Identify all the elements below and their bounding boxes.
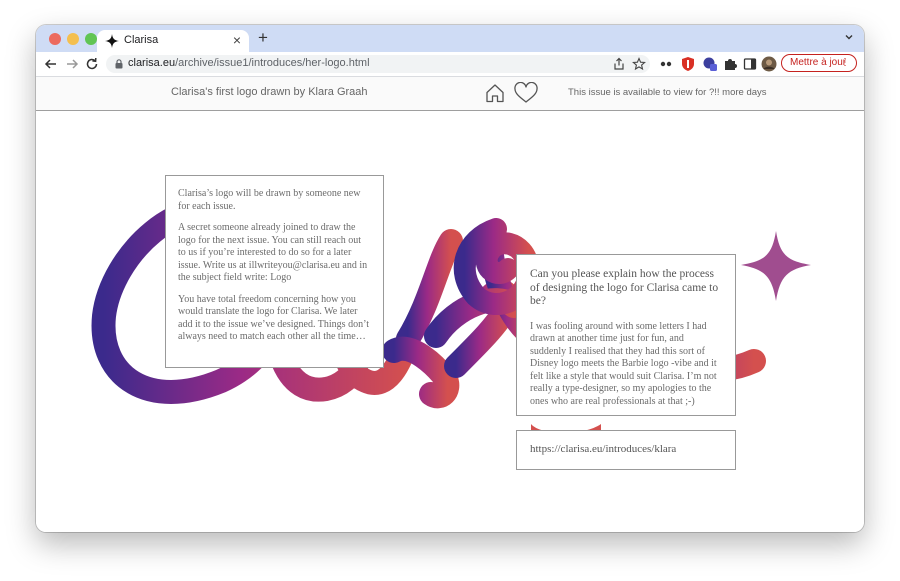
page-title: Clarisa's first logo drawn by Klara Graa… [171, 86, 368, 98]
more-options-icon[interactable]: ⋮ [840, 55, 850, 71]
zoom-window-button[interactable] [85, 33, 97, 45]
site-header: Clarisa's first logo drawn by Klara Graa… [36, 77, 864, 111]
update-button-label: Mettre à jour [790, 57, 847, 68]
availability-notice: This issue is available to view for ?!! … [568, 87, 767, 98]
browser-window: Clarisa × + clarisa.eu/archive/issue1/in… [36, 25, 864, 532]
extensions-puzzle-icon[interactable] [722, 56, 738, 72]
extension-mask-icon[interactable] [658, 56, 674, 72]
side-panel-icon[interactable] [742, 56, 758, 72]
profile-avatar[interactable] [761, 56, 777, 72]
bookmark-star-icon[interactable] [632, 57, 646, 71]
url-host: clarisa.eu [128, 57, 176, 69]
forward-arrow-icon[interactable] [63, 55, 81, 73]
back-arrow-icon[interactable] [42, 55, 60, 73]
designer-link[interactable]: https://clarisa.eu/introduces/klara [530, 443, 676, 455]
interview-question: Can you please explain how the process o… [530, 268, 719, 307]
url-path: /archive/issue1/introduces/her-logo.html [175, 57, 370, 69]
update-button[interactable]: Mettre à jour ⋮ [781, 54, 857, 72]
extension-shield-icon[interactable] [680, 56, 696, 72]
interview-answer: I was fooling around with some letters I… [530, 320, 717, 407]
reload-icon[interactable] [83, 55, 101, 73]
intro-paragraph-2: A secret someone already joined to draw … [178, 222, 368, 283]
share-icon[interactable] [612, 57, 626, 71]
url-text: clarisa.eu/archive/issue1/introduces/her… [128, 57, 370, 69]
minimize-window-button[interactable] [67, 33, 79, 45]
new-tab-icon[interactable]: + [258, 28, 268, 48]
intro-card: Clarisa’s logo will be drawn by someone … [165, 175, 384, 368]
interview-card: Can you please explain how the process o… [516, 254, 736, 416]
page-content: Clarisa’s logo will be drawn by someone … [36, 111, 864, 532]
intro-paragraph-1: Clarisa’s logo will be drawn by someone … [178, 188, 361, 212]
tab-title: Clarisa [124, 34, 159, 46]
home-icon[interactable] [484, 82, 506, 104]
tab-search-chevron-icon[interactable] [844, 32, 854, 42]
close-window-button[interactable] [49, 33, 61, 45]
extension-badge-icon[interactable] [702, 56, 718, 72]
clarisa-logo-drawing [91, 196, 811, 441]
address-bar[interactable]: clarisa.eu/archive/issue1/introduces/her… [106, 55, 650, 73]
sparkle-icon [105, 34, 119, 48]
tab-bar: Clarisa × + [36, 25, 864, 52]
intro-paragraph-3: You have total freedom concerning how yo… [178, 293, 369, 343]
browser-toolbar: clarisa.eu/archive/issue1/introduces/her… [36, 52, 864, 77]
close-tab-icon[interactable]: × [233, 32, 241, 48]
logo-star-shape [741, 231, 811, 301]
tab-clarisa[interactable]: Clarisa × [97, 30, 249, 52]
lock-icon [115, 59, 123, 69]
heart-icon[interactable] [513, 82, 539, 104]
designer-link-card[interactable]: https://clarisa.eu/introduces/klara [516, 430, 736, 470]
